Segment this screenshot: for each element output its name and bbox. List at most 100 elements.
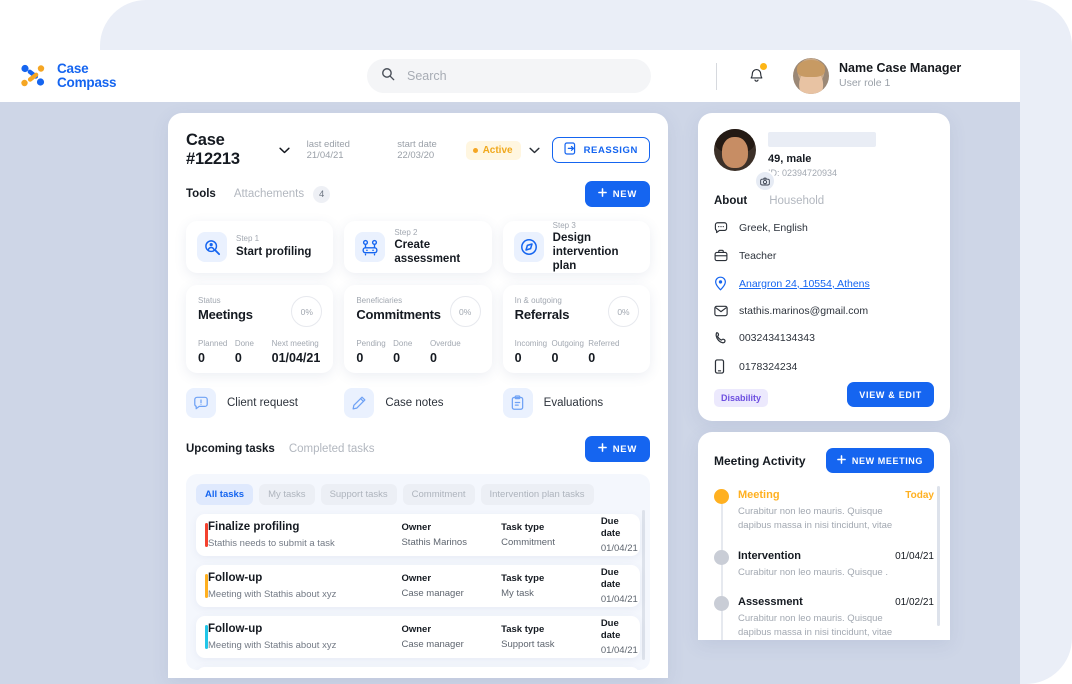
table-row[interactable]: Check referrals Owner Task type Due date: [196, 667, 640, 670]
beneficiary-name-redacted: [768, 132, 876, 147]
step-card-start-profiling[interactable]: Step 1 Start profiling: [186, 221, 334, 273]
search-bar[interactable]: [367, 59, 651, 93]
camera-icon[interactable]: [754, 170, 776, 192]
action-client-request[interactable]: Client request: [186, 388, 333, 418]
brand-logo[interactable]: Case Compass: [18, 62, 168, 90]
table-row[interactable]: Finalize profiling Stathis needs to subm…: [196, 514, 640, 556]
stat-col: Next meeting 01/04/21: [272, 339, 322, 365]
tab-attachements[interactable]: Attachements: [234, 188, 304, 200]
tab-tools[interactable]: Tools: [186, 188, 216, 200]
filter-intervention-plan-tasks[interactable]: Intervention plan tasks: [480, 484, 594, 505]
profile-info-list: Greek, English Teacher Anargron 24, 1055…: [714, 221, 934, 407]
stat-col: Incoming 0: [515, 339, 552, 365]
step-number: Step 2: [394, 227, 418, 237]
step-card-design-intervention-plan[interactable]: Step 3 Design intervention plan: [502, 221, 650, 273]
notifications-button[interactable]: [742, 62, 770, 90]
new-meeting-button[interactable]: NEW MEETING: [825, 448, 934, 473]
profile-tabs: About Household: [714, 195, 934, 207]
list-item[interactable]: Intervention 01/04/21 Curabitur non leo …: [714, 549, 934, 580]
table-row[interactable]: Follow-up Meeting with Stathis about xyz…: [196, 565, 640, 607]
clipboard-icon: [502, 388, 533, 418]
compass-icon: [513, 232, 544, 262]
tab-completed-tasks[interactable]: Completed tasks: [289, 443, 375, 455]
view-and-edit-button[interactable]: VIEW & EDIT: [847, 382, 934, 407]
info-occupation: Teacher: [714, 249, 934, 262]
new-task-button[interactable]: NEW: [584, 436, 650, 462]
stat-col-value: 0: [429, 351, 437, 365]
brand-line-2: Compass: [57, 75, 117, 90]
case-panel: Case #12213 last edited 21/04/21 start d…: [168, 113, 668, 678]
meeting-activity-title: Meeting Activity: [714, 453, 806, 468]
filter-my-tasks[interactable]: My tasks: [259, 484, 315, 505]
task-due-header: Due date: [600, 516, 621, 539]
reassign-button[interactable]: REASSIGN: [551, 137, 650, 163]
step-card-create-assessment[interactable]: Step 2 Create assessment: [344, 221, 492, 273]
task-owner-header: Owner: [401, 623, 432, 635]
info-languages: Greek, English: [714, 221, 934, 235]
stat-col: Overdue 0: [430, 339, 480, 365]
progress-ring: 0%: [291, 296, 323, 327]
table-row[interactable]: Follow-up Meeting with Stathis about xyz…: [196, 616, 640, 658]
task-priority-bar: [205, 523, 208, 547]
case-chevron-down-icon[interactable]: [278, 141, 290, 159]
filter-commitment[interactable]: Commitment: [402, 484, 475, 505]
stat-col-value: 0: [551, 351, 559, 365]
task-owner-header: Owner: [401, 572, 432, 584]
filter-all-tasks[interactable]: All tasks: [196, 484, 254, 505]
tasks-header: Upcoming tasks Completed tasks NEW: [186, 436, 650, 462]
right-column: 49, male ID: 02394720934 About Household: [698, 113, 950, 640]
info-value: Greek, English: [739, 222, 808, 234]
status-badge-disability: Disability: [714, 389, 769, 407]
task-subtitle: Stathis needs to submit a task: [208, 537, 335, 549]
tab-household[interactable]: Household: [769, 195, 824, 207]
beneficiary-age-gender: 49, male: [768, 153, 812, 165]
search-input[interactable]: [405, 68, 629, 84]
reassign-label: REASSIGN: [583, 144, 638, 156]
info-value: 0032434134343: [739, 332, 815, 344]
stat-col: Pending 0: [356, 339, 393, 365]
tab-upcoming-tasks[interactable]: Upcoming tasks: [186, 443, 275, 455]
stat-col-label: Overdue: [429, 339, 461, 348]
stat-col: Referred 0: [588, 339, 638, 365]
status-badge[interactable]: Active: [465, 140, 521, 160]
action-case-notes[interactable]: Case notes: [344, 388, 491, 418]
attachment-count-badge: 4: [313, 185, 331, 203]
task-type-header: Task type: [501, 572, 545, 584]
timeline-name: Assessment: [738, 596, 803, 609]
info-mobile: 0178324234: [714, 359, 934, 374]
tasks-scrollbar[interactable]: [642, 510, 645, 660]
user-name: Name Case Manager: [839, 60, 962, 75]
task-due-header: Due date: [600, 567, 621, 590]
stat-col: Done 0: [235, 339, 272, 365]
status-chevron-down-icon[interactable]: [529, 141, 540, 159]
case-title: Case #12213: [186, 131, 240, 168]
info-value-address-link[interactable]: Anargron 24, 10554, Athens: [739, 278, 870, 290]
user-menu[interactable]: Name Case Manager User role 1: [793, 58, 961, 94]
user-role: User role 1: [839, 77, 891, 90]
new-tool-button[interactable]: NEW: [584, 181, 650, 207]
envelope-icon: [714, 305, 733, 317]
timeline-description: Curabitur non leo mauris. Quisque .: [738, 566, 888, 578]
info-value: stathis.marinos@gmail.com: [739, 305, 869, 317]
action-evaluations[interactable]: Evaluations: [502, 388, 650, 418]
task-due-date: 01/04/21: [600, 593, 638, 605]
actions-row: Client request Case notes Evaluations: [186, 388, 650, 418]
status-dot-icon: [472, 147, 478, 153]
task-priority-bar: [205, 625, 208, 649]
timeline-dot-icon: [714, 489, 729, 504]
tab-about[interactable]: About: [714, 195, 747, 207]
meeting-scrollbar[interactable]: [937, 486, 940, 626]
step-label: Design intervention plan: [552, 232, 619, 272]
timeline-description: Curabitur non leo mauris. Quisque dapibu…: [738, 506, 893, 531]
briefcase-icon: [714, 249, 733, 262]
info-email: stathis.marinos@gmail.com: [714, 305, 934, 317]
stat-col-value: 0: [588, 351, 596, 365]
task-name: Follow-up: [208, 623, 263, 636]
progress-ring: 0%: [449, 296, 481, 327]
stat-col-label: Incoming: [514, 339, 548, 348]
task-priority-bar: [205, 574, 208, 598]
list-item[interactable]: Meeting Today Curabitur non leo mauris. …: [714, 489, 934, 533]
info-address[interactable]: Anargron 24, 10554, Athens: [714, 276, 934, 291]
list-item[interactable]: Assessment 01/02/21 Curabitur non leo ma…: [714, 596, 934, 640]
filter-support-tasks[interactable]: Support tasks: [320, 484, 397, 505]
